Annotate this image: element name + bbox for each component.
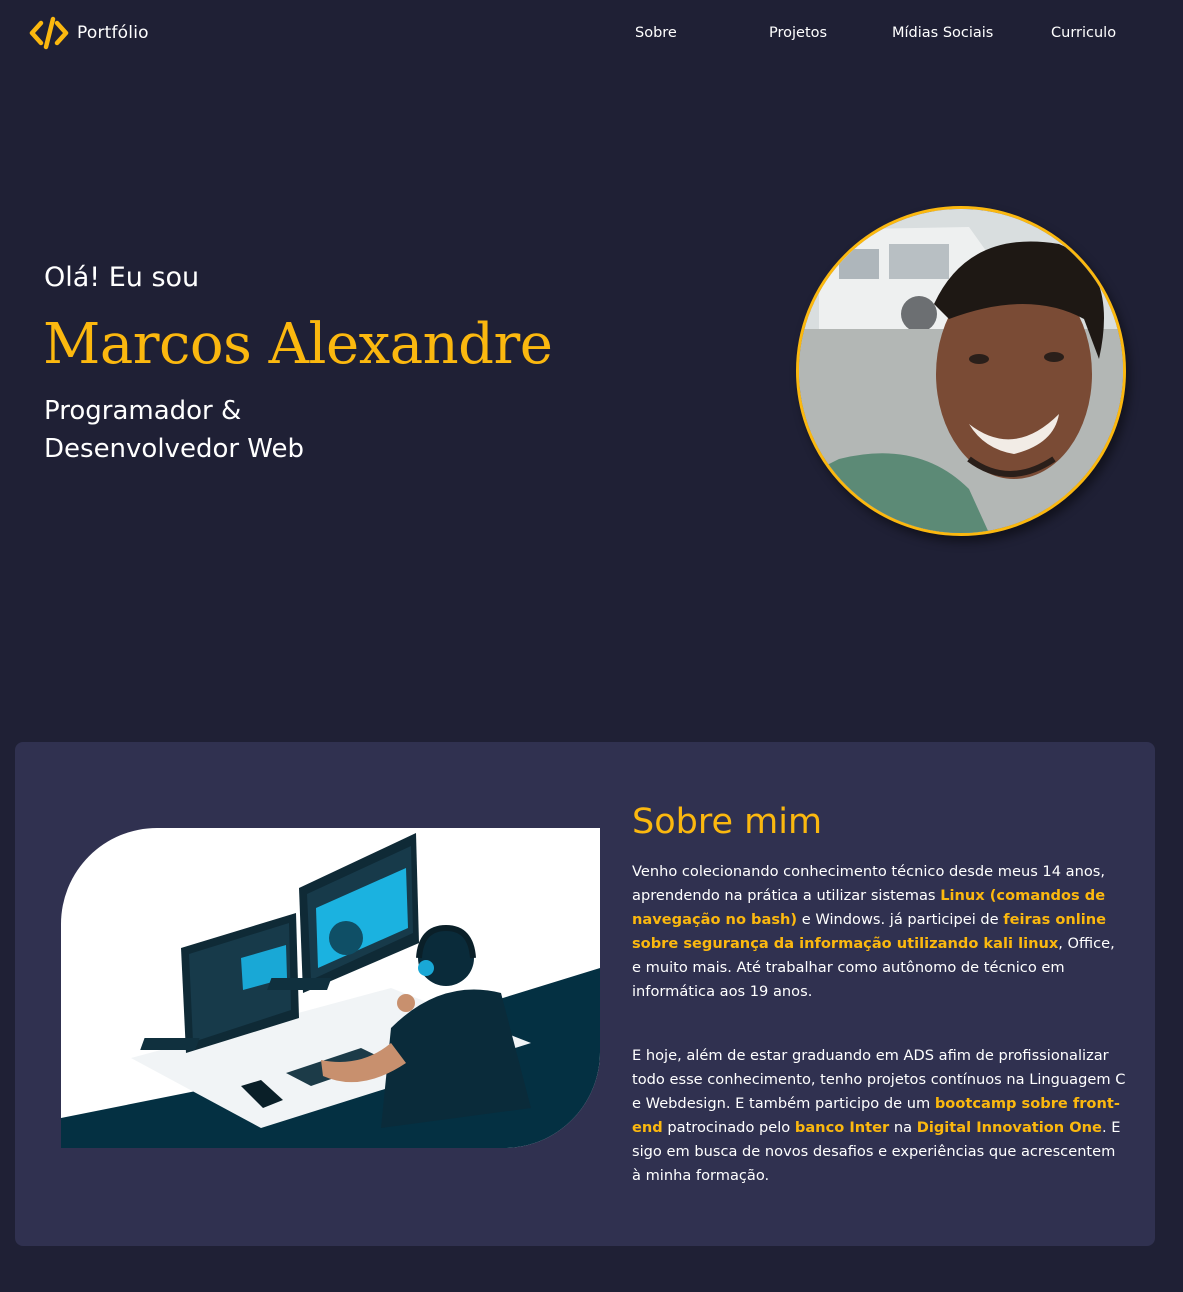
hero-name: Marcos Alexandre bbox=[43, 312, 553, 377]
site-header: Portfólio Sobre Projetos Mídias Sociais … bbox=[0, 0, 1183, 70]
profile-photo bbox=[796, 206, 1126, 536]
about-paragraph-2: E hoje, além de estar graduando em ADS a… bbox=[632, 1044, 1127, 1188]
code-brackets-icon bbox=[29, 16, 69, 50]
about-title: Sobre mim bbox=[632, 802, 823, 842]
hero-greeting: Olá! Eu sou bbox=[44, 262, 200, 293]
about-text: Venho colecionando conhecimento técnico … bbox=[632, 860, 1127, 1188]
nav-sobre[interactable]: Sobre bbox=[635, 25, 677, 41]
nav-projetos[interactable]: Projetos bbox=[769, 25, 827, 41]
hero-role-line2: Desenvolvedor Web bbox=[44, 434, 304, 464]
logo-link[interactable]: Portfólio bbox=[29, 16, 149, 50]
nav-midias-sociais[interactable]: Mídias Sociais bbox=[892, 25, 993, 41]
paragraph-text: na bbox=[889, 1119, 917, 1136]
about-section: Sobre mim Venho colecionando conheciment… bbox=[15, 742, 1155, 1246]
hero-role-line1: Programador & bbox=[44, 396, 242, 426]
logo-text: Portfólio bbox=[77, 23, 149, 43]
nav-curriculo[interactable]: Curriculo bbox=[1051, 25, 1116, 41]
highlight-text: banco Inter bbox=[794, 1119, 890, 1136]
paragraph-text: e Windows. já participei de bbox=[797, 911, 1004, 928]
about-paragraph-1: Venho colecionando conhecimento técnico … bbox=[632, 860, 1127, 1004]
highlight-text: Digital Innovation One bbox=[916, 1119, 1102, 1136]
hero-role: Programador & Desenvolvedor Web bbox=[44, 392, 464, 468]
developer-illustration bbox=[61, 828, 600, 1148]
paragraph-text: patrocinado pelo bbox=[662, 1119, 795, 1136]
